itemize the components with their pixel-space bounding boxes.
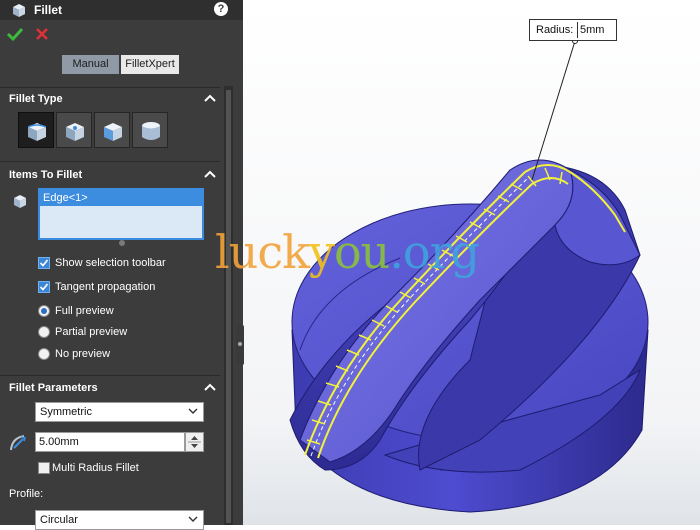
watermark-part: y bbox=[308, 225, 335, 279]
edge-selection-icon bbox=[14, 195, 26, 208]
selected-edge-item[interactable]: Edge<1> bbox=[40, 190, 202, 206]
manual-tab-button[interactable]: Manual bbox=[62, 55, 119, 74]
partial-preview-label: Partial preview bbox=[55, 326, 128, 338]
panel-titlebar: Fillet ? bbox=[0, 0, 243, 20]
panel-scrollbar-thumb[interactable] bbox=[226, 90, 231, 523]
radius-callout[interactable]: Radius: 5mm bbox=[529, 19, 617, 41]
collapse-chevron-icon[interactable] bbox=[204, 169, 216, 179]
no-preview-label: No preview bbox=[55, 348, 111, 360]
callout-radius-value[interactable]: 5mm bbox=[580, 20, 604, 40]
property-manager-panel: Fillet ? Manual FilletXpert Fillet Type … bbox=[0, 0, 243, 530]
chevron-down-icon bbox=[188, 516, 198, 522]
fillet-type-heading: Fillet Type bbox=[9, 93, 63, 105]
profile-value: Circular bbox=[40, 514, 78, 526]
items-selection-list[interactable]: Edge<1> bbox=[38, 188, 204, 240]
show-selection-toolbar-checkbox[interactable] bbox=[38, 257, 50, 269]
full-preview-radio[interactable] bbox=[38, 305, 50, 317]
help-icon[interactable]: ? bbox=[214, 2, 228, 16]
radius-input[interactable]: 5.00mm bbox=[35, 432, 185, 452]
no-preview-radio[interactable] bbox=[38, 348, 50, 360]
cancel-x-icon[interactable] bbox=[35, 27, 49, 41]
multi-radius-fillet-checkbox[interactable] bbox=[38, 462, 50, 474]
panel-title: Fillet bbox=[34, 3, 63, 17]
show-selection-toolbar-label: Show selection toolbar bbox=[55, 257, 166, 269]
profile-label: Profile: bbox=[9, 488, 44, 500]
radius-spinner[interactable] bbox=[185, 432, 204, 452]
callout-label: Radius: bbox=[536, 24, 574, 36]
splitter-grip-icon bbox=[238, 342, 242, 346]
radius-icon bbox=[10, 435, 27, 451]
tangent-propagation-checkbox[interactable] bbox=[38, 281, 50, 293]
full-preview-label: Full preview bbox=[55, 305, 114, 317]
fillet-feature-icon bbox=[13, 4, 25, 17]
tangent-propagation-label: Tangent propagation bbox=[55, 281, 156, 293]
chevron-down-icon bbox=[188, 408, 198, 414]
section-divider bbox=[0, 375, 220, 376]
watermark-part: luck bbox=[215, 225, 310, 279]
constant-fillet-icon bbox=[27, 123, 47, 141]
list-resize-handle[interactable] bbox=[119, 240, 125, 246]
collapse-chevron-icon[interactable] bbox=[204, 93, 216, 103]
section-divider bbox=[0, 161, 220, 162]
watermark-part: .org bbox=[389, 225, 480, 279]
callout-divider bbox=[577, 22, 578, 38]
constant-size-fillet-button[interactable] bbox=[18, 112, 54, 148]
filletxpert-tab-button[interactable]: FilletXpert bbox=[121, 55, 179, 74]
full-round-fillet-button[interactable] bbox=[132, 112, 168, 148]
fillet-method-dropdown[interactable]: Symmetric bbox=[35, 402, 204, 422]
watermark-part: ou bbox=[333, 225, 390, 279]
fillet-parameters-heading: Fillet Parameters bbox=[9, 382, 98, 394]
face-fillet-button[interactable] bbox=[94, 112, 130, 148]
items-to-fillet-heading: Items To Fillet bbox=[9, 169, 83, 181]
fillet-method-value: Symmetric bbox=[40, 406, 92, 418]
spinner-arrows-icon bbox=[188, 436, 201, 448]
ok-check-icon[interactable] bbox=[6, 26, 24, 42]
variable-fillet-icon bbox=[66, 123, 84, 141]
multi-radius-fillet-label: Multi Radius Fillet bbox=[52, 462, 139, 474]
face-fillet-icon bbox=[104, 123, 122, 141]
partial-preview-radio[interactable] bbox=[38, 326, 50, 338]
watermark: luckyou.org bbox=[215, 222, 480, 282]
profile-dropdown[interactable]: Circular bbox=[35, 510, 204, 530]
collapse-chevron-icon[interactable] bbox=[204, 382, 216, 392]
variable-size-fillet-button[interactable] bbox=[56, 112, 92, 148]
full-round-fillet-icon bbox=[142, 122, 160, 140]
section-divider bbox=[0, 87, 220, 88]
